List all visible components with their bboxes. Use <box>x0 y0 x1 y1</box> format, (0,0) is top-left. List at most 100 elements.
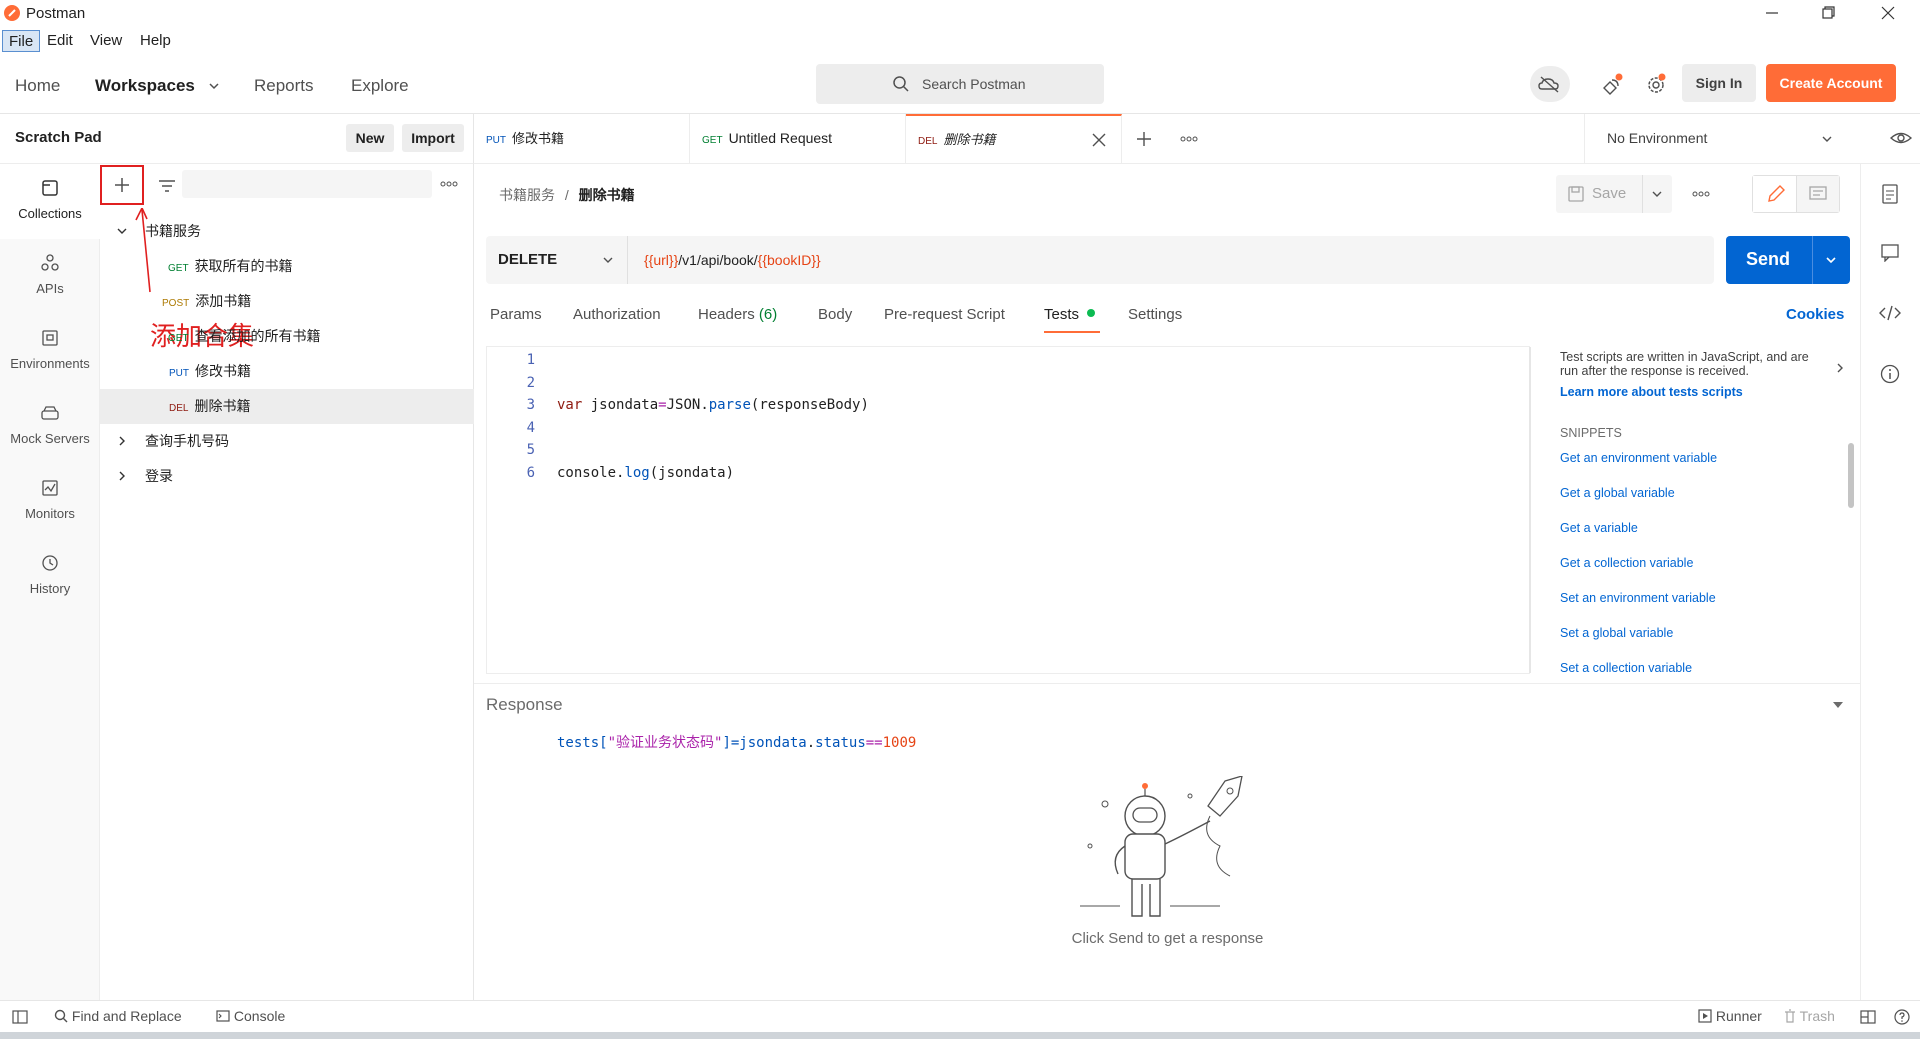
tree-folder-phone-query[interactable]: 查询手机号码 <box>100 424 474 459</box>
url-path: /v1/api/book/ <box>678 252 758 268</box>
filter-icon[interactable] <box>158 178 176 194</box>
tree-folder-book-service[interactable]: 书籍服务 <box>100 214 474 249</box>
snippet-link[interactable]: Get a collection variable <box>1560 556 1693 570</box>
nav-workspaces[interactable]: Workspaces <box>95 74 195 98</box>
save-button[interactable]: Save <box>1556 175 1672 213</box>
snippets-heading: SNIPPETS <box>1560 426 1622 440</box>
code-snippet-icon[interactable] <box>1879 304 1901 322</box>
find-replace-button[interactable]: Find and Replace <box>54 1008 182 1024</box>
sidebar-item-environments[interactable]: Environments <box>0 314 100 389</box>
comment-icon[interactable] <box>1797 176 1839 212</box>
tree-request-view-added-books[interactable]: GET 查看添加的所有书籍 <box>100 319 474 354</box>
edit-mode-toggle[interactable] <box>1752 175 1840 213</box>
settings-gear-icon[interactable] <box>1642 70 1670 98</box>
documentation-icon[interactable] <box>1881 184 1899 204</box>
learn-more-link[interactable]: Learn more about tests scripts <box>1560 385 1743 399</box>
help-icon[interactable] <box>1894 1009 1910 1025</box>
chevron-right-icon[interactable] <box>1834 362 1846 374</box>
nav-home[interactable]: Home <box>15 74 60 98</box>
tree-folder-login[interactable]: 登录 <box>100 459 474 494</box>
satellite-icon[interactable] <box>1598 70 1626 98</box>
code-ident: ]=jsondata <box>722 734 807 751</box>
close-window-button[interactable] <box>1868 0 1908 26</box>
close-tab-icon[interactable] <box>1092 133 1106 147</box>
request-options-icon[interactable] <box>1692 190 1710 198</box>
tab-edit-book[interactable]: PUT 修改书籍 <box>474 114 690 163</box>
sidebar-item-collections[interactable]: Collections <box>0 164 100 239</box>
filter-input[interactable] <box>182 170 432 198</box>
menu-file[interactable]: File <box>2 30 41 52</box>
sidebar-item-history[interactable]: History <box>0 539 100 614</box>
chevron-down-icon[interactable] <box>1825 254 1837 266</box>
tab-options-icon[interactable] <box>1180 135 1198 143</box>
environment-selector[interactable]: No Environment <box>1584 114 1844 163</box>
line-number: 6 <box>526 464 535 481</box>
two-pane-icon[interactable] <box>1860 1010 1876 1024</box>
editor-scrollbar[interactable] <box>1529 347 1531 673</box>
caret-down-icon[interactable] <box>1832 700 1844 710</box>
snippet-link[interactable]: Set a global variable <box>1560 626 1673 640</box>
create-account-button[interactable]: Create Account <box>1766 64 1896 102</box>
send-button[interactable]: Send <box>1726 236 1850 284</box>
environment-label: No Environment <box>1607 130 1708 146</box>
nav-reports[interactable]: Reports <box>254 74 314 98</box>
add-collection-button[interactable] <box>100 165 144 205</box>
info-icon[interactable] <box>1880 364 1900 384</box>
snippets-scrollbar-thumb[interactable] <box>1848 443 1854 508</box>
tree-request-add-book[interactable]: POST 添加书籍 <box>100 284 474 319</box>
comments-icon[interactable] <box>1881 244 1899 262</box>
sign-in-button[interactable]: Sign In <box>1682 64 1756 102</box>
snippet-link[interactable]: Get an environment variable <box>1560 451 1717 465</box>
tree-request-delete-book[interactable]: DEL 删除书籍 <box>100 389 474 424</box>
cloud-sync-icon[interactable] <box>1530 66 1570 102</box>
sidebar-item-mock-servers[interactable]: Mock Servers <box>0 389 100 464</box>
snippet-link[interactable]: Get a variable <box>1560 521 1638 535</box>
menu-view[interactable]: View <box>84 30 128 52</box>
breadcrumb-parent[interactable]: 书籍服务 <box>499 187 555 203</box>
method-select[interactable]: DELETE <box>486 236 628 284</box>
search-bar[interactable]: Search Postman <box>816 64 1104 104</box>
console-button[interactable]: Console <box>216 1008 285 1024</box>
snippet-link[interactable]: Set an environment variable <box>1560 591 1716 605</box>
tab-label: 删除书籍 <box>943 132 996 147</box>
menu-help[interactable]: Help <box>134 30 177 52</box>
trash-button[interactable]: Trash <box>1784 1008 1835 1024</box>
chevron-down-icon <box>1821 133 1833 145</box>
nav-explore[interactable]: Explore <box>351 74 409 98</box>
eye-icon[interactable] <box>1890 129 1912 147</box>
more-options-icon[interactable] <box>440 180 458 188</box>
import-button[interactable]: Import <box>402 124 464 152</box>
code-property: status <box>815 734 866 751</box>
toggle-sidebar-icon[interactable] <box>12 1010 28 1024</box>
tab-body[interactable]: Body <box>818 304 852 326</box>
tree-request-label: 获取所有的书籍 <box>194 258 293 274</box>
menu-edit[interactable]: Edit <box>41 30 79 52</box>
snippet-link[interactable]: Get a global variable <box>1560 486 1675 500</box>
runner-button[interactable]: Runner <box>1698 1008 1762 1024</box>
tab-settings[interactable]: Settings <box>1128 304 1182 326</box>
tab-headers[interactable]: Headers (6) <box>698 304 777 326</box>
new-tab-button[interactable] <box>1136 131 1152 147</box>
minimize-button[interactable] <box>1752 0 1792 26</box>
tree-request-get-all-books[interactable]: GET 获取所有的书籍 <box>100 249 474 284</box>
chevron-down-icon <box>602 254 614 266</box>
postman-logo-icon <box>4 5 20 21</box>
tab-authorization[interactable]: Authorization <box>573 304 661 326</box>
snippet-link[interactable]: Set a collection variable <box>1560 661 1692 675</box>
tab-prerequest-script[interactable]: Pre-request Script <box>884 304 1005 326</box>
cookies-link[interactable]: Cookies <box>1786 306 1844 323</box>
pencil-icon[interactable] <box>1753 176 1797 212</box>
new-button[interactable]: New <box>346 124 394 152</box>
chevron-down-icon[interactable] <box>1651 188 1663 200</box>
url-input[interactable]: {{url}}/v1/api/book/{{bookID}} <box>628 236 1714 284</box>
sidebar-item-apis[interactable]: APIs <box>0 239 100 314</box>
tree-request-edit-book[interactable]: PUT 修改书籍 <box>100 354 474 389</box>
sidebar-item-monitors[interactable]: Monitors <box>0 464 100 539</box>
tab-delete-book[interactable]: DEL 删除书籍 <box>906 114 1122 163</box>
script-editor[interactable]: 1 2 3 4 5 6 var jsondata=JSON.parse(resp… <box>486 346 1531 751</box>
tab-tests[interactable]: Tests <box>1044 304 1100 333</box>
chevron-down-icon[interactable] <box>208 80 220 92</box>
restore-button[interactable] <box>1808 0 1848 26</box>
tab-untitled-request[interactable]: GET Untitled Request <box>690 114 906 163</box>
tab-params[interactable]: Params <box>490 304 542 326</box>
